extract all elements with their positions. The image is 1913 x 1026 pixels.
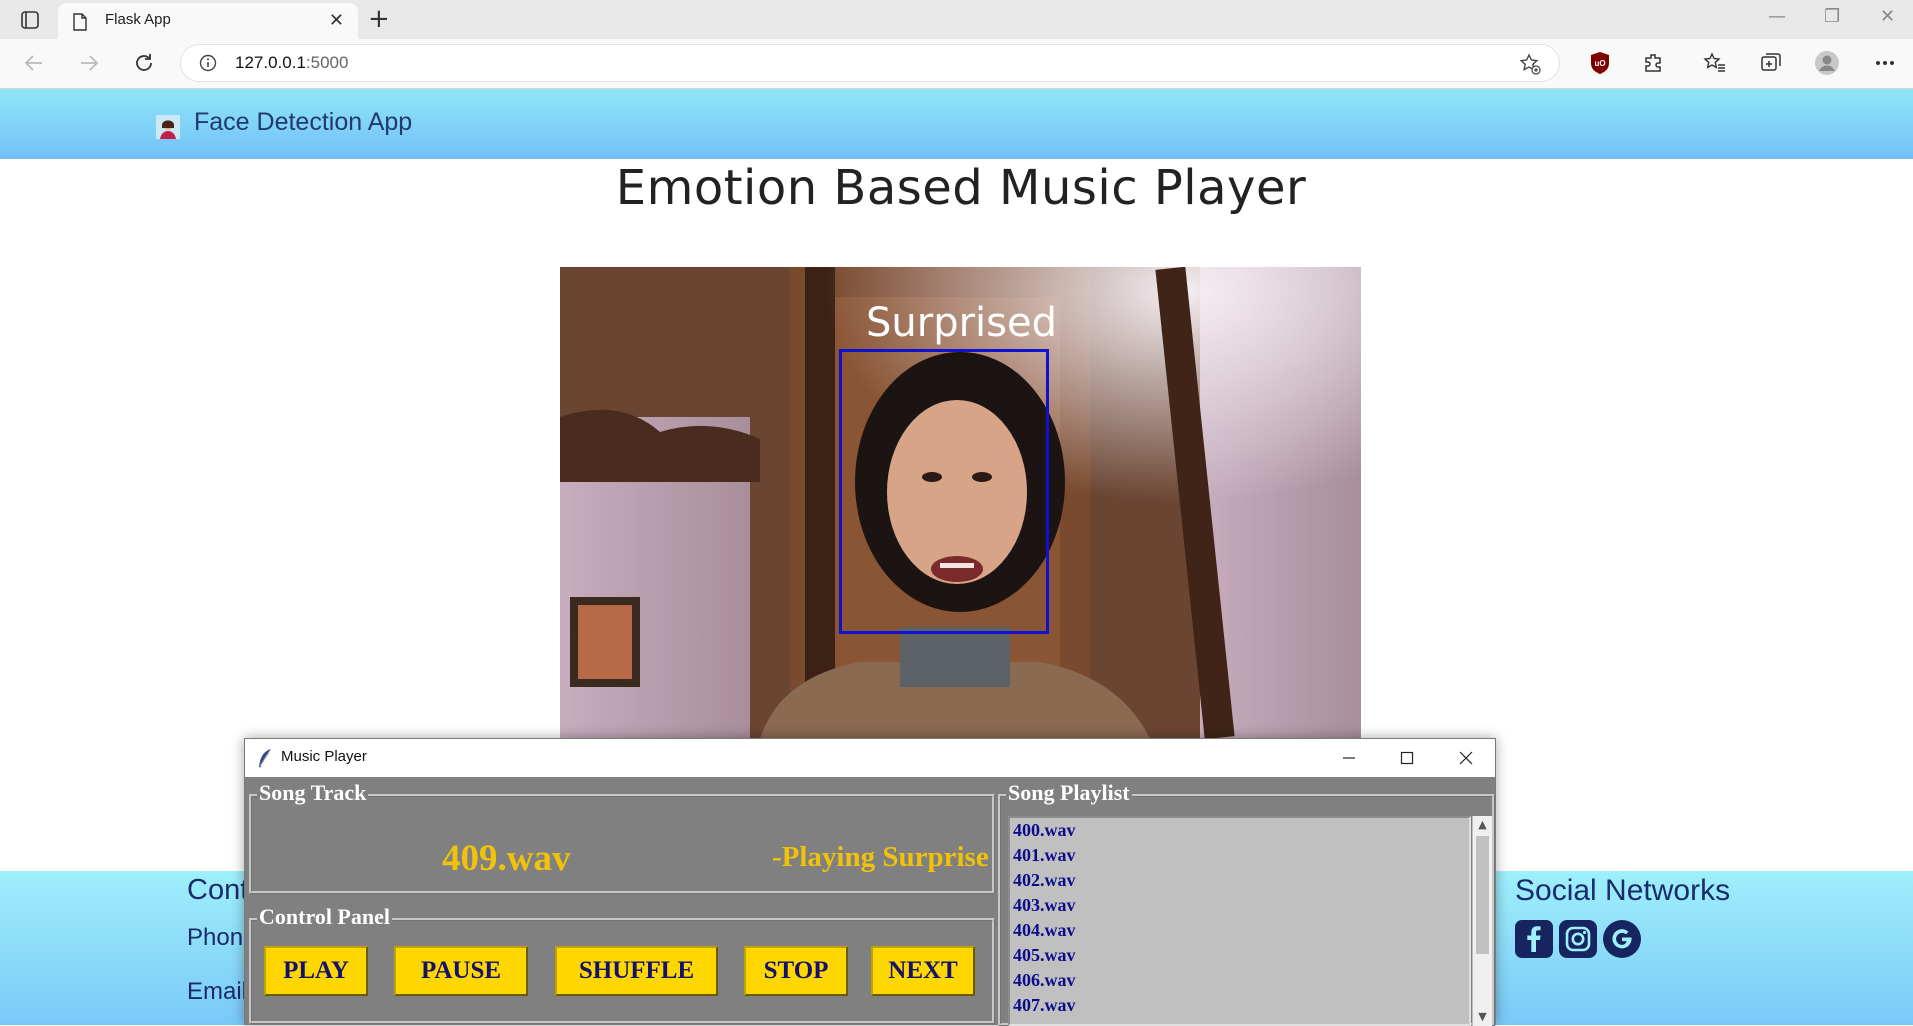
song-track-label: Song Track <box>257 780 369 805</box>
browser-toolbar: 127.0.0.1:5000 uO <box>0 39 1913 89</box>
page-icon <box>72 13 88 31</box>
site-navbar: Face Detection App <box>0 89 1913 159</box>
facebook-icon[interactable] <box>1515 920 1553 958</box>
stop-button[interactable]: STOP <box>744 946 848 996</box>
contact-heading: Cont <box>187 874 249 906</box>
playlist-item[interactable]: 407.wav <box>1010 993 1469 1018</box>
control-panel-label: Control Panel <box>257 904 392 929</box>
playlist-scrollbar[interactable]: ▲ ▼ <box>1472 816 1492 1026</box>
song-playlist-frame: Song Playlist 400.wav 401.wav 402.wav 40… <box>998 781 1495 1026</box>
restore-window-icon[interactable]: ❐ <box>1824 6 1840 27</box>
playlist-item[interactable]: 404.wav <box>1010 918 1469 943</box>
ublock-icon[interactable]: uO <box>1587 50 1613 76</box>
address-port: :5000 <box>305 53 349 72</box>
playlist-item[interactable]: 406.wav <box>1010 968 1469 993</box>
song-track-frame: Song Track 409.wav -Playing Surprise <box>249 781 995 894</box>
browser-tab[interactable]: Flask App ✕ <box>58 3 358 39</box>
playlist-item[interactable]: 405.wav <box>1010 943 1469 968</box>
address-bar[interactable]: 127.0.0.1:5000 <box>180 44 1560 82</box>
close-icon[interactable] <box>1454 747 1478 769</box>
back-icon[interactable] <box>18 47 50 79</box>
maximize-icon[interactable] <box>1395 747 1419 769</box>
instagram-icon[interactable] <box>1559 920 1597 958</box>
forward-icon[interactable] <box>73 47 105 79</box>
playback-status: -Playing Surprise <box>772 841 989 873</box>
address-url: 127.0.0.1:5000 <box>235 53 348 73</box>
music-player-window: Music Player Song Track 409.wav -Playing… <box>244 738 1496 1026</box>
page-title: Emotion Based Music Player <box>615 160 1307 216</box>
tk-feather-icon <box>257 748 273 768</box>
add-favorite-icon[interactable] <box>1519 53 1541 75</box>
minimize-icon[interactable] <box>1337 747 1361 769</box>
close-tab-icon[interactable]: ✕ <box>329 11 344 31</box>
more-menu-icon[interactable] <box>1872 50 1898 76</box>
tab-actions-icon[interactable] <box>15 8 45 32</box>
scrollbar-thumb[interactable] <box>1476 836 1489 954</box>
playlist-item[interactable]: 402.wav <box>1010 868 1469 893</box>
playlist-item[interactable]: 401.wav <box>1010 843 1469 868</box>
favorites-icon[interactable] <box>1702 50 1728 76</box>
next-button[interactable]: NEXT <box>871 946 975 996</box>
brand-logo-icon[interactable] <box>156 115 180 139</box>
collections-icon[interactable] <box>1758 50 1784 76</box>
music-player-titlebar[interactable]: Music Player <box>245 739 1495 777</box>
playlist-item[interactable]: 403.wav <box>1010 893 1469 918</box>
shuffle-button[interactable]: SHUFFLE <box>555 946 718 996</box>
svg-text:uO: uO <box>1594 59 1605 68</box>
browser-tab-bar: Flask App ✕ + — ❐ ✕ <box>0 0 1913 39</box>
social-networks-heading: Social Networks <box>1515 874 1731 907</box>
tab-title: Flask App <box>105 11 171 28</box>
google-icon[interactable] <box>1603 920 1641 958</box>
face-bounding-box <box>839 349 1049 634</box>
site-info-icon[interactable] <box>199 54 217 72</box>
refresh-icon[interactable] <box>128 47 160 79</box>
new-tab-icon[interactable]: + <box>368 5 390 33</box>
song-playlist-label: Song Playlist <box>1006 780 1132 805</box>
play-button[interactable]: PLAY <box>264 946 368 996</box>
pause-button[interactable]: PAUSE <box>394 946 528 996</box>
playlist-item[interactable]: 400.wav <box>1010 818 1469 843</box>
scroll-up-icon[interactable]: ▲ <box>1473 816 1492 834</box>
brand-name[interactable]: Face Detection App <box>194 108 412 137</box>
scroll-down-icon[interactable]: ▼ <box>1473 1008 1492 1026</box>
minimize-window-icon[interactable]: — <box>1768 6 1786 27</box>
music-player-title: Music Player <box>281 748 367 765</box>
profile-avatar-icon[interactable] <box>1814 50 1840 76</box>
playlist-listbox[interactable]: 400.wav 401.wav 402.wav 403.wav 404.wav … <box>1008 816 1471 1026</box>
extensions-icon[interactable] <box>1641 50 1667 76</box>
close-window-icon[interactable]: ✕ <box>1880 6 1895 27</box>
address-host: 127.0.0.1 <box>235 53 306 72</box>
detected-emotion-label: Surprised <box>866 300 1057 346</box>
current-track-name: 409.wav <box>442 838 571 879</box>
control-panel-frame: Control Panel PLAY PAUSE SHUFFLE STOP NE… <box>249 905 995 1024</box>
email-label: Email <box>187 978 248 1005</box>
phone-label: Phon <box>187 924 244 951</box>
